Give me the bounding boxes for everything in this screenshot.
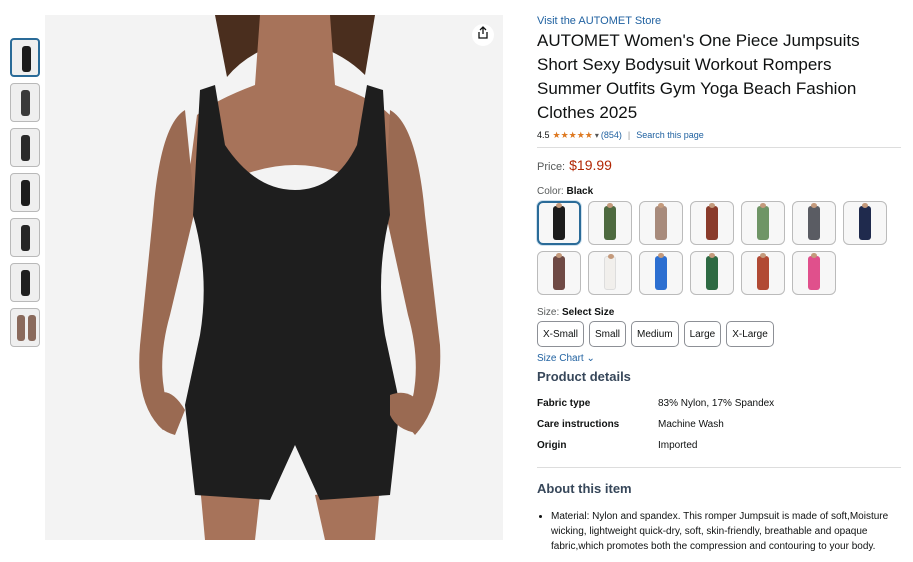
divider [537,147,901,148]
color-swatch[interactable] [639,251,683,295]
swatch-figure [553,203,565,240]
size-selector: Size: Select Size X-Small Small Medium L… [537,307,903,347]
color-swatch[interactable] [741,251,785,295]
rating-value: 4.5 [537,130,550,140]
share-icon [477,26,489,44]
thumbnail-6[interactable] [10,263,40,302]
separator: | [627,130,631,140]
product-photo [139,15,441,540]
swatch-figure [757,203,769,240]
size-options: X-Small Small Medium Large X-Large [537,321,903,347]
rating-row: 4.5 ★★★★★ ▾ (854) | Search this page [537,129,903,141]
size-chart-label: Size Chart [537,353,584,364]
swatch-figure [808,203,820,240]
swatch-figure [808,253,820,290]
product-details-heading: Product details [537,369,631,384]
size-chart-link[interactable]: Size Chart ⌄ [537,353,595,364]
thumbnail-figure [17,315,25,341]
thumbnail-2[interactable] [10,83,40,122]
color-swatch[interactable] [843,201,887,245]
selected-size: Select Size [562,307,615,318]
price-value: $19.99 [569,157,612,173]
swatch-figure [604,203,616,240]
price-label: Price: [537,161,566,173]
thumbnail-figure [21,135,30,161]
color-swatch[interactable] [639,201,683,245]
color-swatch[interactable] [690,201,734,245]
color-swatch[interactable] [537,251,581,295]
selected-color: Black [566,186,594,197]
rating-stars-icon[interactable]: ★★★★★ [553,130,593,141]
store-link[interactable]: Visit the AUTOMET Store [537,15,903,27]
color-swatch[interactable] [690,251,734,295]
color-swatch[interactable] [537,201,581,245]
swatch-figure [604,254,616,290]
detail-value: Imported [658,440,698,451]
color-swatch[interactable] [792,251,836,295]
thumbnail-figure [28,315,36,341]
size-option-large[interactable]: Large [683,321,722,347]
thumbnail-strip [10,38,41,353]
thumbnail-7[interactable] [10,308,40,347]
thumbnail-figure [21,180,30,206]
detail-value: 83% Nylon, 17% Spandex [658,398,775,409]
about-heading: About this item [537,481,632,496]
rating-count-link[interactable]: (854) [601,130,622,140]
color-swatch[interactable] [588,251,632,295]
chevron-down-icon[interactable]: ▾ [595,131,599,140]
detail-key: Origin [537,440,567,451]
thumbnail-3[interactable] [10,128,40,167]
swatch-figure [859,203,871,240]
swatch-figure [655,253,667,290]
thumbnail-figure [22,46,31,72]
share-button[interactable] [472,24,494,46]
color-swatch[interactable] [588,201,632,245]
color-swatches [537,201,907,301]
swatch-figure [757,253,769,290]
main-product-image[interactable] [45,15,503,540]
chevron-down-icon: ⌄ [586,353,595,364]
swatch-figure [655,203,667,240]
table-row: Origin Imported [537,440,774,461]
size-option-xsmall[interactable]: X-Small [537,321,585,347]
size-option-medium[interactable]: Medium [631,321,679,347]
color-swatch[interactable] [792,201,836,245]
swatch-figure [706,253,718,290]
list-item: Material: Nylon and spandex. This romper… [551,509,903,554]
thumbnail-figure [21,90,30,116]
size-label: Size: [537,307,560,318]
table-row: Fabric type 83% Nylon, 17% Spandex [537,398,774,419]
search-this-page-link[interactable]: Search this page [636,130,704,140]
detail-key: Fabric type [537,398,591,409]
thumbnail-1[interactable] [10,38,40,77]
product-details-table: Fabric type 83% Nylon, 17% Spandex Care … [537,398,774,461]
table-row: Care instructions Machine Wash [537,419,774,440]
thumbnail-figure [21,270,30,296]
thumbnail-4[interactable] [10,173,40,212]
color-selector: Color: Black [537,186,903,301]
detail-key: Care instructions [537,419,620,430]
size-option-small[interactable]: Small [589,321,627,347]
swatch-figure [706,203,718,240]
product-info: Visit the AUTOMET Store AUTOMET Women's … [537,15,903,554]
detail-value: Machine Wash [658,419,724,430]
product-title: AUTOMET Women's One Piece Jumpsuits Shor… [537,31,860,122]
swatch-figure [553,253,565,290]
thumbnail-figure [21,225,30,251]
size-option-xlarge[interactable]: X-Large [726,321,774,347]
color-label: Color: [537,186,564,197]
color-swatch[interactable] [741,201,785,245]
about-bullets: Material: Nylon and spandex. This romper… [537,509,903,554]
price-row: Price: $19.99 [537,157,903,173]
thumbnail-5[interactable] [10,218,40,257]
divider [537,467,901,468]
